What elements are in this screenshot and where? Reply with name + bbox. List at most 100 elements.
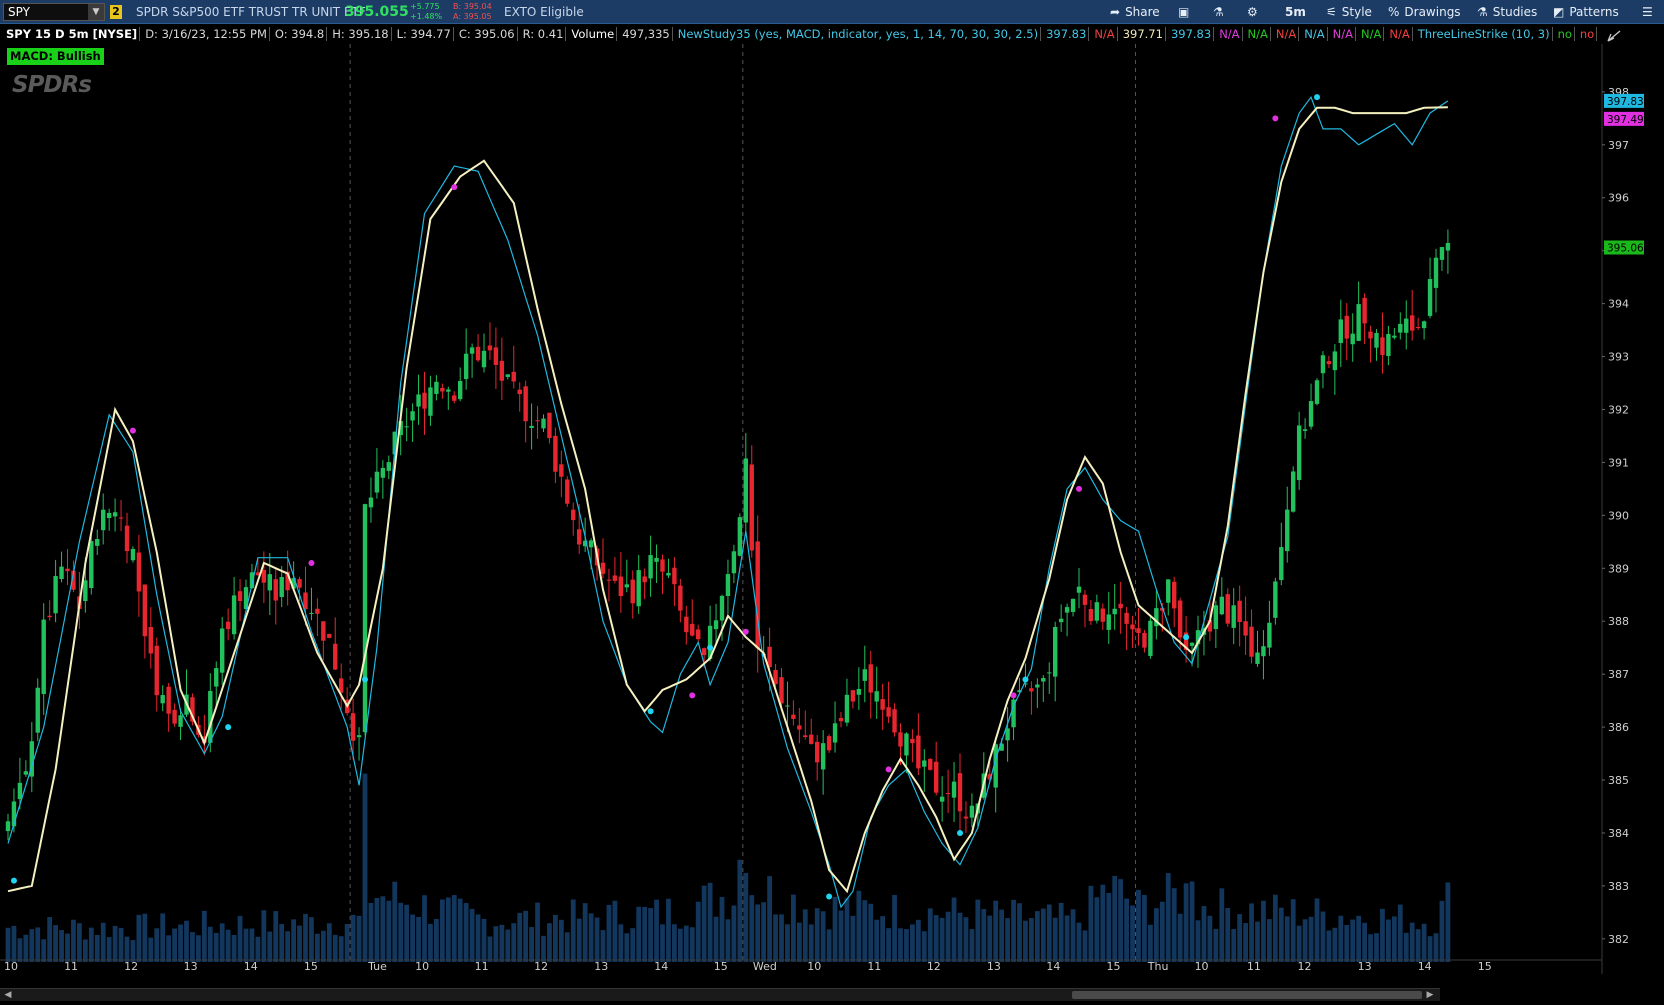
- share-button[interactable]: ➦ Share: [1110, 0, 1160, 24]
- volume-bar: [386, 900, 392, 962]
- flex-grid-button[interactable]: ▣: [1178, 0, 1189, 24]
- volume-bar: [303, 913, 308, 962]
- timeframe-button[interactable]: 5m: [1285, 0, 1306, 24]
- volume-bar: [320, 930, 326, 962]
- candle-up: [1106, 614, 1111, 630]
- volume-bar: [428, 923, 433, 962]
- volume-bar: [1261, 900, 1266, 962]
- volume-bar: [767, 876, 772, 962]
- volume-bar: [1397, 904, 1403, 962]
- volume-bar: [100, 922, 106, 962]
- drawing-tool-button[interactable]: [1604, 26, 1628, 46]
- volume-bar: [106, 937, 112, 962]
- volume-bar: [88, 927, 94, 962]
- candle-down: [1029, 688, 1034, 692]
- volume-bar: [315, 933, 320, 962]
- sell-signal-dot: [308, 559, 315, 566]
- volume-bar: [1427, 936, 1433, 962]
- price-tag-label: 397.83: [1607, 96, 1644, 108]
- volume-bar: [1118, 879, 1124, 962]
- volume-bar: [338, 936, 344, 962]
- settings-button[interactable]: ⚙: [1247, 0, 1258, 24]
- volume-bar: [1308, 916, 1314, 962]
- studies-button[interactable]: ⚗ Studies: [1477, 0, 1537, 24]
- candle-up: [1302, 429, 1308, 431]
- scroll-right-icon[interactable]: ▶: [1424, 989, 1436, 1001]
- price-tick-label: 394: [1608, 298, 1629, 311]
- candle-down: [523, 386, 528, 422]
- volume-bar: [642, 906, 648, 962]
- volume-bar: [677, 928, 683, 962]
- volume-bar: [475, 914, 481, 962]
- candle-up: [969, 805, 975, 818]
- style-button[interactable]: ⚟ Style: [1326, 0, 1372, 24]
- candle-layer: [5, 229, 1451, 841]
- volume-bar: [624, 933, 630, 962]
- volume-bar: [82, 939, 88, 962]
- sell-signal-dot: [1272, 115, 1279, 122]
- volume-bar: [612, 900, 618, 962]
- price-tick-label: 384: [1608, 827, 1629, 840]
- link-group-badge[interactable]: 2: [110, 5, 122, 19]
- volume-bar: [47, 917, 53, 962]
- volume-bar: [1142, 895, 1147, 962]
- volume-bar: [291, 919, 296, 962]
- volume-bar: [1058, 902, 1064, 962]
- lab-button[interactable]: ⚗: [1213, 0, 1224, 24]
- volume-bar: [886, 928, 891, 962]
- menu-button[interactable]: ☰: [1642, 0, 1653, 24]
- candle-up: [434, 381, 439, 394]
- volume-bar: [160, 913, 166, 962]
- volume-bar: [398, 902, 404, 962]
- candle-up: [309, 612, 314, 614]
- time-axis-label: 14: [244, 960, 258, 973]
- volume-bar: [1112, 875, 1118, 962]
- candle-down: [880, 699, 885, 710]
- candle-up: [106, 512, 112, 519]
- volume-bar: [1255, 921, 1260, 962]
- volume-bar: [1249, 903, 1254, 962]
- net-change: +5.775: [410, 2, 440, 11]
- scrollbar-thumb[interactable]: [1072, 991, 1422, 999]
- info-separator: [616, 27, 618, 41]
- volume-bar: [1088, 885, 1094, 962]
- volume-bar: [606, 904, 612, 962]
- volume-bar: [654, 899, 659, 962]
- chart-scrollbar[interactable]: ◀ ▶: [0, 988, 1440, 1001]
- patterns-button[interactable]: ◩ Patterns: [1553, 0, 1619, 24]
- volume-bar: [118, 927, 124, 962]
- candle-down: [957, 773, 963, 812]
- candle-down: [547, 412, 552, 439]
- candle-up: [356, 735, 362, 738]
- drawings-button[interactable]: % Drawings: [1388, 0, 1461, 24]
- volume-bar: [999, 909, 1005, 962]
- volume-bar: [1350, 919, 1356, 962]
- info-separator: [1326, 27, 1328, 41]
- volume-bar: [826, 929, 832, 962]
- volume-bar: [463, 903, 469, 962]
- time-axis-label: 13: [184, 960, 198, 973]
- candle-down: [797, 725, 802, 730]
- volume-bar: [791, 894, 796, 962]
- volume-bar: [898, 928, 903, 962]
- volume-bar: [1153, 908, 1159, 962]
- sell-signal-dot: [742, 628, 749, 635]
- volume-bar: [547, 923, 552, 962]
- volume-bar: [523, 910, 529, 962]
- candle-up: [832, 723, 838, 743]
- volume-bar: [541, 935, 546, 962]
- candle-up: [386, 462, 391, 471]
- candle-down: [678, 585, 683, 611]
- chevron-down-icon[interactable]: ▼: [88, 4, 104, 20]
- volume-bar: [963, 917, 969, 962]
- three-line-strike-value: no: [1557, 27, 1572, 41]
- price-chart[interactable]: 382 383 384 385 386 387 388 389 390 391 392 393 394 3…: [0, 44, 1664, 988]
- price-tick-label: 383: [1608, 880, 1629, 893]
- volume-bar: [1433, 933, 1439, 962]
- volume-bar: [219, 923, 225, 962]
- volume-bar: [1344, 924, 1350, 962]
- volume-bar: [808, 924, 814, 962]
- study-value: N/A: [1360, 27, 1382, 41]
- scroll-left-icon[interactable]: ◀: [2, 989, 14, 1001]
- symbol-selector[interactable]: SPY ▼: [3, 3, 105, 21]
